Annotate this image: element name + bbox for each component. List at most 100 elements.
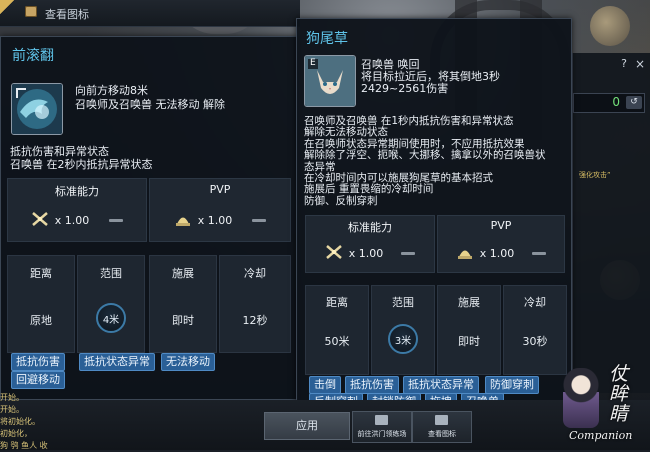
standard-value-row: x 1.00: [8, 207, 146, 233]
tile-range: 范围 3米: [371, 285, 435, 375]
tile-value: 即时: [172, 314, 194, 327]
tile-range: 范围 4米: [77, 255, 145, 353]
effect-line: 防御、反制穿刺: [304, 194, 378, 207]
chat-log: 开始。 开始。 将初始化。 初始化， 狗 鸮 鱼人 收: [0, 392, 70, 452]
standard-stat-box: 标准能力 x 1.00: [305, 215, 435, 273]
tag-chip[interactable]: 回避移动: [11, 371, 65, 389]
companion-watermark: 仗 眸 睛 Companion: [555, 360, 650, 450]
tile-distance: 距离 原地: [7, 255, 75, 353]
nav-button-label: 查看图标: [428, 430, 456, 438]
chat-line: 将初始化。: [0, 417, 40, 426]
pvp-value-row: x 1.00: [438, 240, 564, 266]
pvp-stat-box: PVP x 1.00: [149, 178, 291, 242]
tag-chip[interactable]: 抵抗伤害: [11, 353, 65, 371]
standard-label: 标准能力: [348, 221, 392, 234]
desc-line: 召唤师及召唤兽 无法移动 解除: [75, 98, 225, 111]
dojo-icon: [375, 415, 388, 425]
divider-dash: [532, 251, 547, 255]
tile-value: 原地: [30, 314, 52, 327]
pvp-helmet-icon: [174, 211, 192, 230]
counter-field[interactable]: 0 ↺: [573, 93, 645, 113]
main-window-titlebar[interactable]: 查看图标: [0, 0, 300, 27]
pvp-stat-box: PVP x 1.00: [437, 215, 565, 273]
window-title: 查看图标: [45, 8, 89, 21]
skill-effects: 召唤师及召唤兽 在1秒内抵抗伤害和异常状态 解除无法移动状态 在召唤师状态异常期…: [304, 115, 546, 207]
swirl-water-skill-icon: [11, 83, 63, 135]
desc-line: 2429~2561伤害: [361, 82, 449, 95]
tile-label: 施展: [172, 267, 194, 280]
side-window: ? × 0 ↺ 强化攻击”: [572, 53, 650, 393]
chat-line: 初始化，: [0, 429, 32, 438]
tile-label: 冷却: [244, 267, 266, 280]
skill-description: 召唤兽 唤回 将目标拉近后，将其倒地3秒 2429~2561伤害: [361, 59, 500, 95]
standard-stat-box: 标准能力 x 1.00: [7, 178, 147, 242]
skill-title: 狗尾草: [306, 31, 348, 47]
pvp-label: PVP: [209, 183, 231, 196]
tile-label: 施展: [458, 296, 480, 309]
chat-line: 开始。: [0, 393, 24, 402]
tile-cooldown: 冷却 12秒: [219, 255, 291, 353]
skill-description: 向前方移动8米 召唤师及召唤兽 无法移动 解除: [75, 84, 225, 112]
tag-chip[interactable]: 无法移动: [161, 353, 215, 371]
tag-chip[interactable]: 防御穿刺: [485, 376, 539, 394]
tile-label: 范围: [100, 267, 122, 280]
apply-button[interactable]: 应用: [264, 412, 350, 440]
standard-multiplier: x 1.00: [348, 246, 384, 260]
tile-label: 冷却: [524, 296, 546, 309]
divider-dash: [109, 218, 124, 222]
side-note: 强化攻击”: [579, 171, 611, 179]
tile-value: 30秒: [522, 335, 548, 348]
cat-summon-skill-icon: E: [304, 55, 356, 107]
chibi-character-image: [563, 368, 599, 428]
hotkey-label: E: [310, 58, 316, 68]
reset-icon[interactable]: ↺: [626, 96, 642, 109]
view-icon-button[interactable]: 查看图标: [412, 411, 472, 443]
lantern-orb: [590, 6, 630, 46]
skill-title: 前滚翻: [12, 48, 54, 64]
book-icon: [25, 6, 37, 17]
tag-chip[interactable]: 抵抗状态异常: [79, 353, 155, 371]
go-dojo-button[interactable]: 前往洪门领练场: [352, 411, 412, 443]
tile-label: 距离: [30, 267, 52, 280]
counter-value: 0: [612, 95, 620, 109]
tag-chip[interactable]: 击倒: [309, 376, 341, 394]
crossed-swords-icon: [325, 244, 343, 263]
view-icon-icon: [435, 415, 448, 425]
tile-value: 12秒: [242, 314, 268, 327]
skill-panel-left: 前滚翻 向前方移动8米 召唤师及召唤兽 无法移动 解除 抵抗伤害和异常状态 召唤…: [0, 36, 298, 400]
tile-value: 即时: [458, 335, 480, 348]
effect-line: 抵抗伤害和异常状态: [10, 145, 109, 158]
desc-line: 向前方移动8米: [75, 84, 148, 97]
skill-effects: 抵抗伤害和异常状态 召唤兽 在2秒内抵抗异常状态: [10, 145, 153, 171]
chat-line: 狗 鸮 鱼人 收: [0, 441, 48, 450]
nav-button-label: 前往洪门领练场: [357, 430, 407, 438]
range-badge: 4米: [96, 303, 126, 333]
tile-label: 距离: [326, 296, 348, 309]
pvp-value-row: x 1.00: [150, 207, 290, 233]
watermark-script: 仗 眸 睛: [609, 363, 629, 425]
corner-marker: [0, 0, 14, 14]
crossed-swords-icon: [31, 211, 49, 230]
tag-chip[interactable]: 抵抗状态异常: [403, 376, 479, 394]
chat-line: 开始。: [0, 405, 24, 414]
tile-distance: 距离 50米: [305, 285, 369, 375]
tile-label: 范围: [392, 296, 414, 309]
effect-line: 解除除了浮空、扼喉、大挪移、擒拿以外的召唤兽状: [304, 149, 546, 162]
close-icon[interactable]: ×: [635, 57, 645, 71]
effect-line: 召唤兽 在2秒内抵抗异常状态: [10, 158, 153, 171]
pvp-helmet-icon: [456, 244, 474, 263]
divider-dash: [252, 218, 267, 222]
pvp-multiplier: x 1.00: [197, 213, 233, 227]
pvp-multiplier: x 1.00: [479, 246, 515, 260]
pvp-label: PVP: [490, 219, 512, 232]
standard-label: 标准能力: [55, 185, 99, 198]
tile-value: 50米: [324, 335, 350, 348]
divider-dash: [401, 251, 416, 255]
watermark-caption: Companion: [569, 429, 633, 442]
tag-chip[interactable]: 抵抗伤害: [345, 376, 399, 394]
tile-cast: 施展 即时: [149, 255, 217, 353]
skill-panel-right: 狗尾草 E 召唤兽 唤回 将目标拉近后，将其倒地3秒 2429~2561伤害 召…: [296, 18, 572, 412]
standard-multiplier: x 1.00: [54, 213, 90, 227]
tile-cast: 施展 即时: [437, 285, 501, 375]
help-icon[interactable]: ?: [621, 57, 627, 70]
